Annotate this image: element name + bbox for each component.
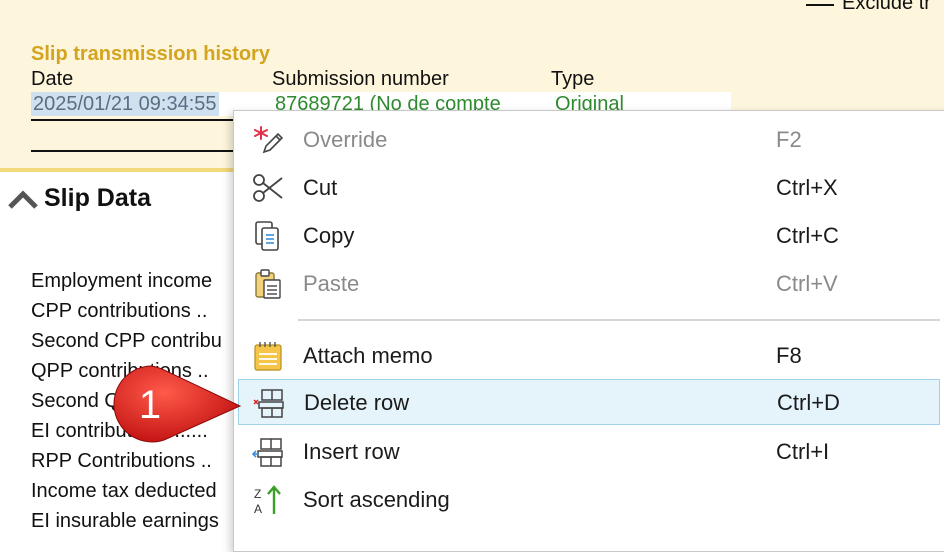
menu-shortcut: Ctrl+D <box>777 390 840 415</box>
slip-data-header[interactable]: Slip Data <box>6 184 151 213</box>
step-callout: 1 <box>113 365 242 443</box>
menu-shortcut: Ctrl+C <box>776 223 839 248</box>
history-col-date: Date <box>31 68 74 90</box>
delete-row-icon <box>253 389 284 418</box>
menu-shortcut: F8 <box>776 343 802 368</box>
clipboard-icon <box>255 269 281 299</box>
svg-text:Z: Z <box>254 487 261 501</box>
menu-shortcut: Ctrl+I <box>776 439 830 464</box>
menu-label: Insert row <box>303 439 400 464</box>
slip-label-cpp: CPP contributions .. <box>31 300 208 322</box>
insert-row-icon <box>252 438 283 467</box>
menu-label: Cut <box>303 175 338 200</box>
sort-ascending-icon: Z A <box>254 485 281 516</box>
history-col-type: Type <box>551 68 595 90</box>
history-empty-row-underline <box>31 150 241 152</box>
menu-label: Copy <box>303 223 355 248</box>
section-separator <box>0 168 240 172</box>
history-date-cell[interactable]: 2025/01/21 09:34:55 <box>31 92 219 116</box>
menu-label: Override <box>303 127 388 152</box>
copy-icon <box>255 221 279 251</box>
menu-item-cut[interactable]: Cut Ctrl+X <box>238 165 940 211</box>
menu-label: Delete row <box>304 390 410 415</box>
history-title: Slip transmission history <box>31 43 270 65</box>
menu-item-paste[interactable]: Paste Ctrl+V <box>238 261 940 307</box>
slip-data-title: Slip Data <box>44 184 151 212</box>
scissors-icon <box>253 174 283 202</box>
chevron-up-icon[interactable] <box>6 185 40 213</box>
context-menu: Override F2 Cut Ctrl+X Copy Ctrl+C Paste <box>233 110 944 552</box>
exclude-checkbox-row[interactable]: Exclude tr <box>806 0 931 15</box>
menu-item-copy[interactable]: Copy Ctrl+C <box>238 213 940 259</box>
slip-label-second-cpp: Second CPP contribu <box>31 330 222 352</box>
history-row-underline <box>31 119 241 121</box>
slip-label-income-tax: Income tax deducted <box>31 480 217 502</box>
menu-shortcut: Ctrl+V <box>776 271 838 296</box>
menu-item-delete-row[interactable]: Delete row Ctrl+D <box>238 379 940 425</box>
menu-shortcut: F2 <box>776 127 802 152</box>
memo-icon <box>254 342 282 371</box>
menu-shortcut: Ctrl+X <box>776 175 838 200</box>
menu-label: Attach memo <box>303 343 433 368</box>
menu-item-attach-memo[interactable]: Attach memo F8 <box>238 333 940 379</box>
override-icon <box>254 126 284 154</box>
exclude-checkbox[interactable] <box>806 0 834 6</box>
menu-label: Paste <box>303 271 360 296</box>
slip-label-employment-income: Employment income <box>31 270 213 292</box>
menu-item-insert-row[interactable]: Insert row Ctrl+I <box>238 429 940 475</box>
slip-label-ei-insurable: EI insurable earnings <box>31 510 219 532</box>
exclude-label: Exclude tr <box>842 0 931 14</box>
history-col-submission: Submission number <box>272 68 449 90</box>
svg-text:A: A <box>254 502 262 516</box>
menu-separator <box>298 319 940 321</box>
slip-label-rpp: RPP Contributions .. <box>31 450 212 472</box>
callout-number: 1 <box>139 383 161 427</box>
menu-item-override[interactable]: Override F2 <box>238 117 940 163</box>
menu-item-sort-ascending[interactable]: Z A Sort ascending <box>238 477 940 523</box>
menu-label: Sort ascending <box>303 487 450 512</box>
